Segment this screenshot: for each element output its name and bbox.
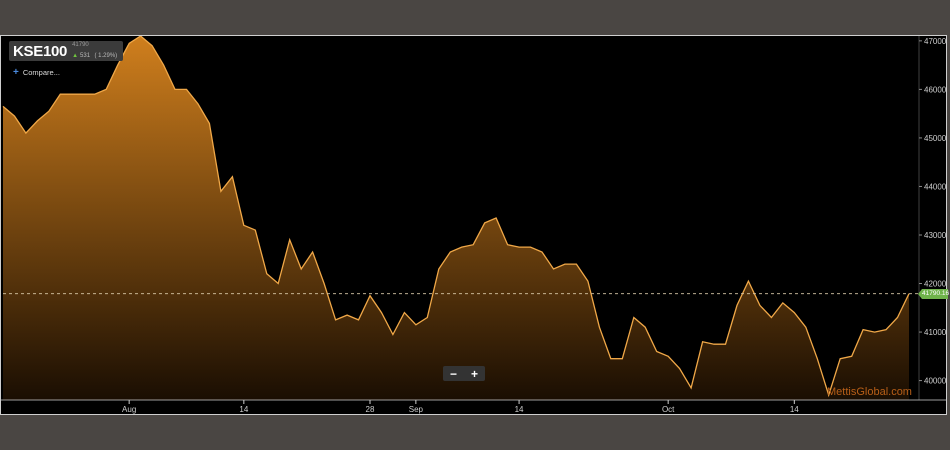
x-tick-label: 14 <box>515 405 524 414</box>
x-tick-label: Oct <box>662 405 675 414</box>
plus-icon: + <box>13 67 19 78</box>
ticker-change-percent: ( 1.29%) <box>94 53 118 59</box>
y-tick-label: 47000 <box>924 37 946 46</box>
ticker-info: 41790 ▲ 531 ( 1.29%) <box>72 42 117 60</box>
watermark: MettisGlobal.com <box>827 386 912 398</box>
compare-label: Compare... <box>22 68 60 77</box>
up-arrow-icon: ▲ <box>72 53 79 59</box>
zoom-in-button[interactable]: + <box>471 368 478 380</box>
series-area <box>3 36 909 400</box>
compare-button[interactable]: + Compare... <box>13 67 60 78</box>
chart-plot[interactable]: 40000 41000 42000 43000 44000 45000 46000 47000… <box>1 36 946 414</box>
x-tick-label: Sep <box>409 405 424 414</box>
y-tick-label: 45000 <box>924 134 946 143</box>
zoom-controls: − + <box>443 366 485 381</box>
y-tick-label: 43000 <box>924 231 946 240</box>
zoom-out-button[interactable]: − <box>450 368 457 380</box>
current-price-tag: 41790.16 <box>918 288 950 299</box>
x-tick-label: Aug <box>122 405 136 414</box>
x-tick-label: 14 <box>239 405 248 414</box>
ticker-symbol: KSE100 <box>13 42 68 60</box>
x-tick-label: 28 <box>366 405 375 414</box>
y-tick-label: 42000 <box>924 280 946 289</box>
y-tick-label: 41000 <box>924 328 946 337</box>
y-tick-label: 44000 <box>924 182 946 191</box>
y-tick-label: 40000 <box>924 377 946 386</box>
ticker-change-row: ▲ 531 ( 1.29%) <box>72 49 117 60</box>
x-tick-label: 14 <box>790 405 799 414</box>
y-tick-label: 46000 <box>924 85 946 94</box>
ticker-badge[interactable]: KSE100 41790 ▲ 531 ( 1.29%) <box>9 41 124 61</box>
ticker-change: 531 <box>80 53 91 59</box>
chart-frame: 40000 41000 42000 43000 44000 45000 46000 47000… <box>0 35 950 415</box>
